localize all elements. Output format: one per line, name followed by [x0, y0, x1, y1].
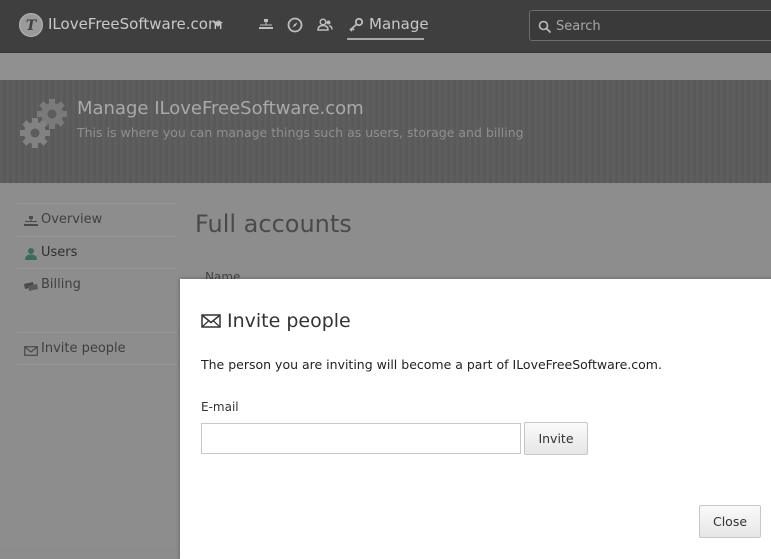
- invite-people-modal: Invite people The person you are invitin…: [180, 279, 771, 559]
- modal-title: Invite people: [201, 310, 351, 332]
- modal-description: The person you are inviting will become …: [201, 357, 662, 372]
- user-icon: [24, 246, 38, 265]
- search-box[interactable]: [529, 10, 771, 41]
- nav-manage[interactable]: Manage: [347, 14, 429, 40]
- caret-down-icon[interactable]: [213, 22, 223, 27]
- close-button[interactable]: Close: [699, 505, 761, 538]
- logo-icon[interactable]: T: [19, 13, 43, 37]
- sub-strip: [0, 53, 771, 80]
- sidebar-item-users[interactable]: Users: [17, 236, 177, 268]
- search-input[interactable]: [556, 17, 756, 35]
- compass-icon[interactable]: [286, 16, 304, 34]
- email-field[interactable]: [201, 423, 521, 454]
- sidebar-item-label: Invite people: [41, 341, 126, 356]
- svg-text:T: T: [26, 18, 38, 34]
- sidebar-item-label: Billing: [41, 277, 81, 292]
- envelope-icon: [201, 310, 227, 332]
- sidebar-item-invite-people[interactable]: Invite people: [17, 332, 177, 365]
- money-icon: [24, 278, 38, 297]
- nav-manage-label: Manage: [369, 15, 429, 33]
- site-name-menu[interactable]: ILoveFreeSoftware.com: [48, 15, 223, 33]
- gears-icon: [18, 96, 74, 160]
- envelope-icon: [24, 342, 38, 361]
- modal-title-text: Invite people: [227, 310, 351, 332]
- page-title: Full accounts: [195, 210, 352, 238]
- top-navigation-bar: T ILoveFreeSoftware.com Manage Search: [0, 0, 771, 53]
- invite-button[interactable]: Invite: [524, 422, 588, 455]
- sitemap-icon: [24, 213, 38, 232]
- banner-subtitle: This is where you can manage things such…: [77, 125, 524, 140]
- search-icon: [538, 19, 552, 38]
- key-icon: [347, 17, 365, 37]
- email-label: E-mail: [201, 400, 239, 414]
- sidebar-item-label: Users: [41, 245, 78, 260]
- sidebar-item-billing[interactable]: Billing: [17, 268, 177, 300]
- sitemap-icon[interactable]: [257, 16, 275, 34]
- banner-title: Manage ILoveFreeSoftware.com: [77, 98, 364, 119]
- sidebar-item-overview[interactable]: Overview: [17, 203, 177, 235]
- sidebar-item-label: Overview: [41, 212, 103, 227]
- users-icon[interactable]: [316, 16, 334, 34]
